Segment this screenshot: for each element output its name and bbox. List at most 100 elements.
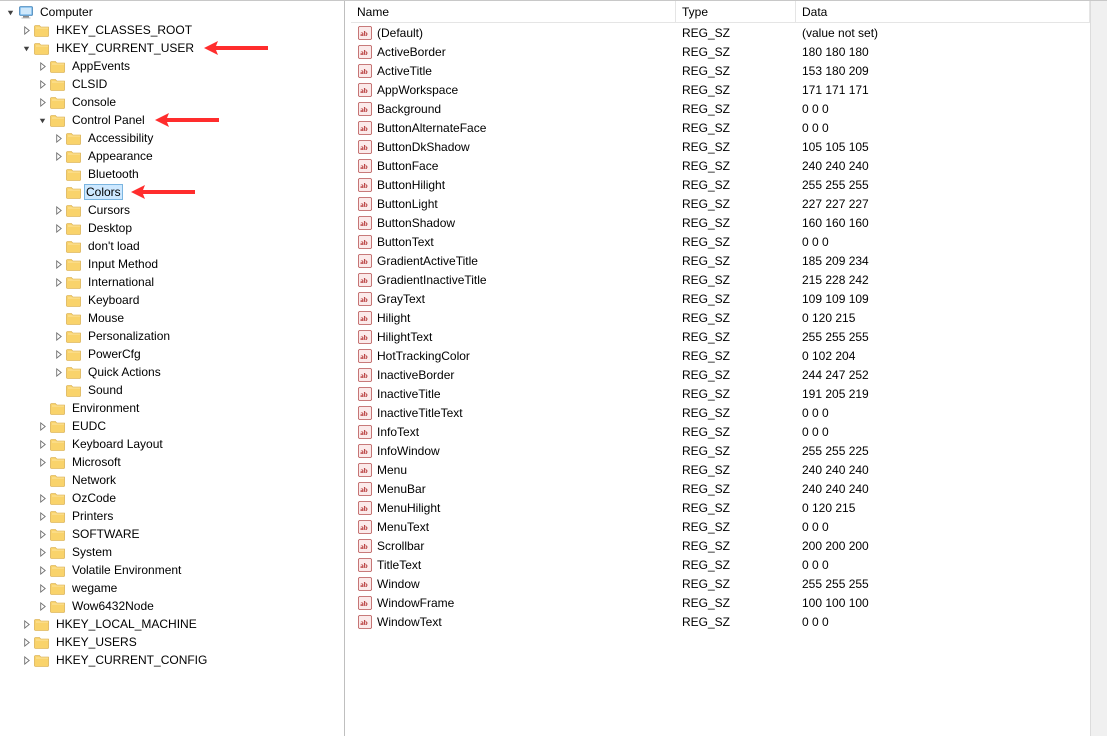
value-list-pane[interactable]: Name Type Data ab(Default)REG_SZ(value n… bbox=[351, 1, 1090, 736]
expand-icon[interactable] bbox=[34, 58, 50, 74]
list-item[interactable]: abGradientActiveTitleREG_SZ185 209 234 bbox=[351, 251, 1090, 270]
expand-icon[interactable] bbox=[50, 328, 66, 344]
tree-item[interactable]: AppEvents bbox=[2, 57, 344, 75]
tree-item[interactable]: Wow6432Node bbox=[2, 597, 344, 615]
expand-icon[interactable] bbox=[34, 508, 50, 524]
expand-icon[interactable] bbox=[18, 22, 34, 38]
list-item[interactable]: abMenuHilightREG_SZ0 120 215 bbox=[351, 498, 1090, 517]
expand-icon[interactable] bbox=[34, 562, 50, 578]
tree-item[interactable]: Personalization bbox=[2, 327, 344, 345]
tree-item[interactable]: SOFTWARE bbox=[2, 525, 344, 543]
tree-item[interactable]: Computer bbox=[2, 3, 344, 21]
list-item[interactable]: abGradientInactiveTitleREG_SZ215 228 242 bbox=[351, 270, 1090, 289]
list-item[interactable]: abBackgroundREG_SZ0 0 0 bbox=[351, 99, 1090, 118]
collapse-icon[interactable] bbox=[2, 4, 18, 20]
list-item[interactable]: abGrayTextREG_SZ109 109 109 bbox=[351, 289, 1090, 308]
tree-item[interactable]: Bluetooth bbox=[2, 165, 344, 183]
list-item[interactable]: abWindowTextREG_SZ0 0 0 bbox=[351, 612, 1090, 631]
tree-item[interactable]: Network bbox=[2, 471, 344, 489]
expand-icon[interactable] bbox=[34, 598, 50, 614]
list-item[interactable]: abInactiveTitleREG_SZ191 205 219 bbox=[351, 384, 1090, 403]
list-item[interactable]: abMenuREG_SZ240 240 240 bbox=[351, 460, 1090, 479]
expand-icon[interactable] bbox=[34, 94, 50, 110]
expand-icon[interactable] bbox=[34, 580, 50, 596]
tree-item[interactable]: EUDC bbox=[2, 417, 344, 435]
tree-item[interactable]: Desktop bbox=[2, 219, 344, 237]
tree-item[interactable]: HKEY_CURRENT_CONFIG bbox=[2, 651, 344, 669]
expand-icon[interactable] bbox=[34, 418, 50, 434]
tree-item[interactable]: HKEY_CLASSES_ROOT bbox=[2, 21, 344, 39]
tree-item[interactable]: International bbox=[2, 273, 344, 291]
list-item[interactable]: abMenuBarREG_SZ240 240 240 bbox=[351, 479, 1090, 498]
tree-item[interactable]: Volatile Environment bbox=[2, 561, 344, 579]
collapse-icon[interactable] bbox=[18, 40, 34, 56]
list-item[interactable]: ab(Default)REG_SZ(value not set) bbox=[351, 23, 1090, 42]
list-item[interactable]: abInactiveTitleTextREG_SZ0 0 0 bbox=[351, 403, 1090, 422]
tree-item[interactable]: Appearance bbox=[2, 147, 344, 165]
list-item[interactable]: abInfoTextREG_SZ0 0 0 bbox=[351, 422, 1090, 441]
tree-item[interactable]: CLSID bbox=[2, 75, 344, 93]
tree-pane[interactable]: ComputerHKEY_CLASSES_ROOTHKEY_CURRENT_US… bbox=[0, 1, 345, 736]
expand-icon[interactable] bbox=[50, 274, 66, 290]
tree-item[interactable]: Input Method bbox=[2, 255, 344, 273]
column-header-data[interactable]: Data bbox=[796, 1, 1090, 23]
tree-item[interactable]: Colors bbox=[2, 183, 344, 201]
tree-item[interactable]: Cursors bbox=[2, 201, 344, 219]
tree-item[interactable]: Quick Actions bbox=[2, 363, 344, 381]
tree-item[interactable]: Control Panel bbox=[2, 111, 344, 129]
tree-item[interactable]: Microsoft bbox=[2, 453, 344, 471]
tree-item[interactable]: Mouse bbox=[2, 309, 344, 327]
tree-item[interactable]: HKEY_LOCAL_MACHINE bbox=[2, 615, 344, 633]
list-item[interactable]: abMenuTextREG_SZ0 0 0 bbox=[351, 517, 1090, 536]
list-item[interactable]: abActiveBorderREG_SZ180 180 180 bbox=[351, 42, 1090, 61]
tree-item[interactable]: Console bbox=[2, 93, 344, 111]
list-item[interactable]: abButtonLightREG_SZ227 227 227 bbox=[351, 194, 1090, 213]
tree-item[interactable]: PowerCfg bbox=[2, 345, 344, 363]
collapse-icon[interactable] bbox=[34, 112, 50, 128]
list-item[interactable]: abWindowFrameREG_SZ100 100 100 bbox=[351, 593, 1090, 612]
list-item[interactable]: abHilightREG_SZ0 120 215 bbox=[351, 308, 1090, 327]
tree-item[interactable]: Keyboard bbox=[2, 291, 344, 309]
expand-icon[interactable] bbox=[34, 436, 50, 452]
tree-item[interactable]: Accessibility bbox=[2, 129, 344, 147]
expand-icon[interactable] bbox=[50, 148, 66, 164]
list-item[interactable]: abButtonShadowREG_SZ160 160 160 bbox=[351, 213, 1090, 232]
tree-item[interactable]: System bbox=[2, 543, 344, 561]
tree-item[interactable]: Printers bbox=[2, 507, 344, 525]
list-item[interactable]: abHotTrackingColorREG_SZ0 102 204 bbox=[351, 346, 1090, 365]
list-item[interactable]: abButtonHilightREG_SZ255 255 255 bbox=[351, 175, 1090, 194]
expand-icon[interactable] bbox=[50, 364, 66, 380]
tree-item[interactable]: HKEY_USERS bbox=[2, 633, 344, 651]
list-item[interactable]: abInactiveBorderREG_SZ244 247 252 bbox=[351, 365, 1090, 384]
expand-icon[interactable] bbox=[50, 202, 66, 218]
list-item[interactable]: abInfoWindowREG_SZ255 255 225 bbox=[351, 441, 1090, 460]
list-item[interactable]: abTitleTextREG_SZ0 0 0 bbox=[351, 555, 1090, 574]
tree-item[interactable]: Sound bbox=[2, 381, 344, 399]
scrollbar-vertical[interactable] bbox=[1090, 1, 1107, 736]
list-item[interactable]: abButtonDkShadowREG_SZ105 105 105 bbox=[351, 137, 1090, 156]
expand-icon[interactable] bbox=[34, 76, 50, 92]
column-header-name[interactable]: Name bbox=[351, 1, 676, 23]
expand-icon[interactable] bbox=[50, 346, 66, 362]
expand-icon[interactable] bbox=[34, 454, 50, 470]
tree-item[interactable]: wegame bbox=[2, 579, 344, 597]
tree-item[interactable]: Keyboard Layout bbox=[2, 435, 344, 453]
tree-item[interactable]: OzCode bbox=[2, 489, 344, 507]
expand-icon[interactable] bbox=[34, 544, 50, 560]
expand-icon[interactable] bbox=[34, 490, 50, 506]
expand-icon[interactable] bbox=[18, 616, 34, 632]
list-item[interactable]: abHilightTextREG_SZ255 255 255 bbox=[351, 327, 1090, 346]
list-item[interactable]: abActiveTitleREG_SZ153 180 209 bbox=[351, 61, 1090, 80]
expand-icon[interactable] bbox=[50, 130, 66, 146]
expand-icon[interactable] bbox=[18, 652, 34, 668]
expand-icon[interactable] bbox=[50, 220, 66, 236]
tree-item[interactable]: HKEY_CURRENT_USER bbox=[2, 39, 344, 57]
list-item[interactable]: abButtonTextREG_SZ0 0 0 bbox=[351, 232, 1090, 251]
list-item[interactable]: abWindowREG_SZ255 255 255 bbox=[351, 574, 1090, 593]
tree-item[interactable]: don't load bbox=[2, 237, 344, 255]
list-item[interactable]: abScrollbarREG_SZ200 200 200 bbox=[351, 536, 1090, 555]
list-item[interactable]: abAppWorkspaceREG_SZ171 171 171 bbox=[351, 80, 1090, 99]
expand-icon[interactable] bbox=[18, 634, 34, 650]
list-item[interactable]: abButtonFaceREG_SZ240 240 240 bbox=[351, 156, 1090, 175]
expand-icon[interactable] bbox=[34, 526, 50, 542]
